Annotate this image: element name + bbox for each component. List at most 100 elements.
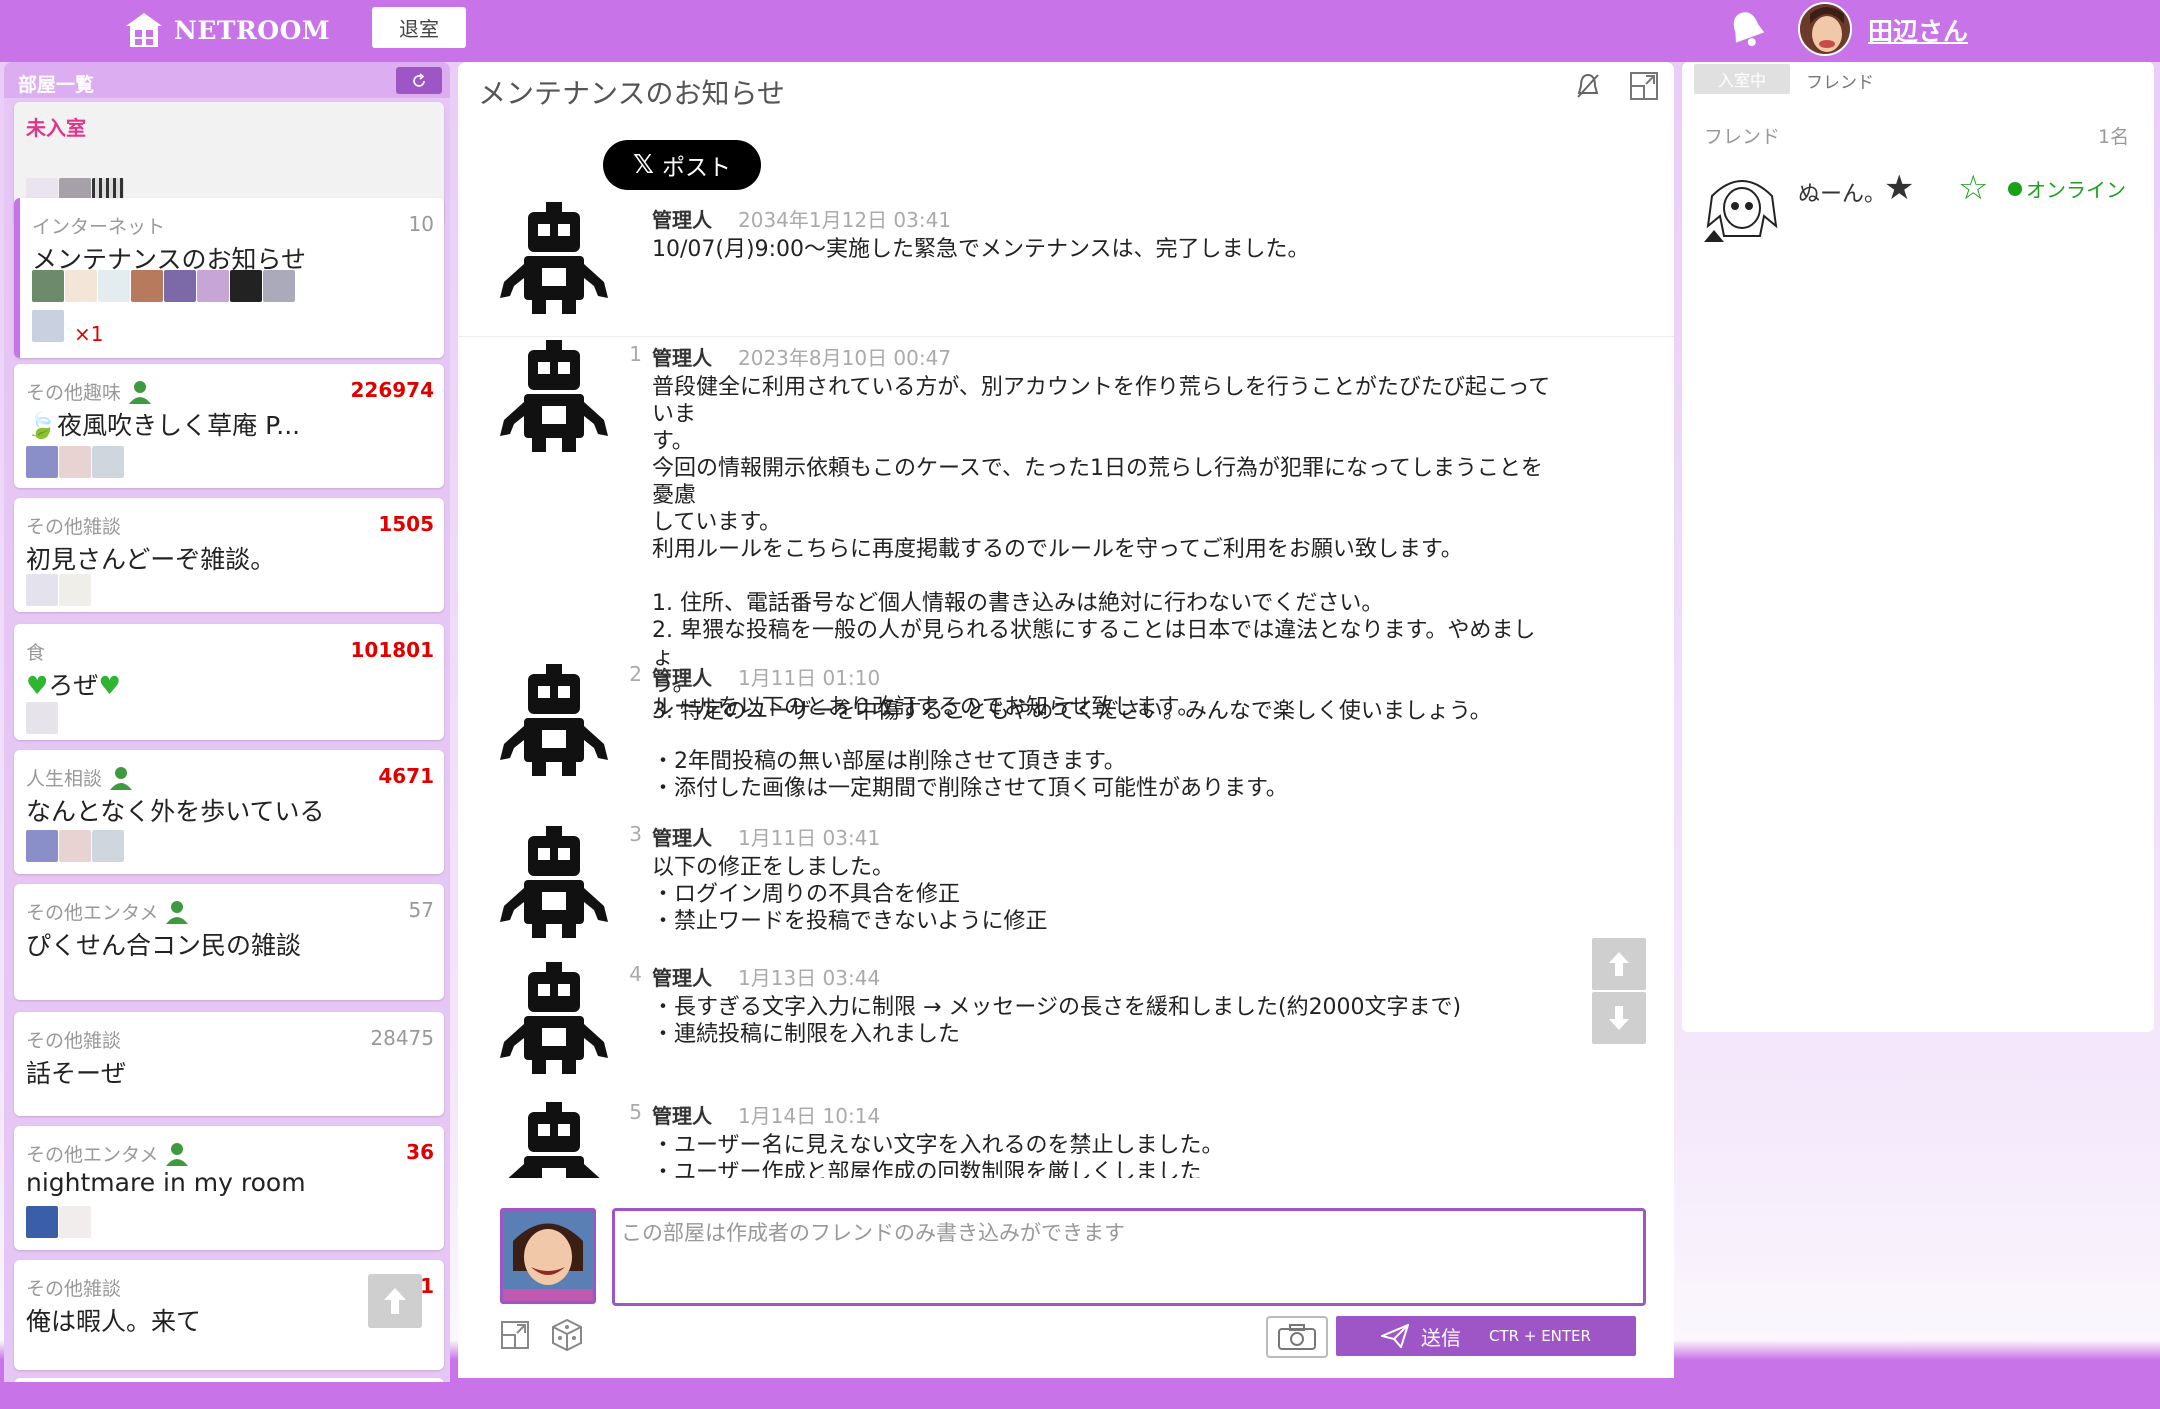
arrow-down-icon	[1609, 1006, 1629, 1030]
room-thumb	[26, 446, 58, 478]
default-user-icon	[32, 310, 64, 342]
room-member-thumbs	[26, 574, 91, 606]
user-name-link[interactable]: 田辺さん	[1868, 12, 1968, 48]
message-author[interactable]: 管理人	[652, 1100, 712, 1129]
room-category: インターネット	[32, 216, 166, 238]
message-list[interactable]: 管理人 2034年1月12日 03:41 10/07(月)9:00〜実施した緊急…	[458, 196, 1674, 1178]
room-count: 1505	[378, 512, 434, 536]
message-author[interactable]: 管理人	[652, 822, 712, 851]
room-thumb	[98, 270, 130, 302]
room-card[interactable]: 人生相談 4671 なんとなく外を歩いている	[14, 750, 444, 874]
robot-avatar-icon	[508, 1102, 600, 1178]
room-card[interactable]: その他雑談 1505 初見さんどーぞ雑談。	[14, 498, 444, 612]
room-count: 36	[406, 1140, 434, 1164]
divider	[458, 336, 1674, 337]
online-status: オンライン	[2008, 174, 2126, 203]
arrow-up-icon	[384, 1288, 406, 1314]
message-body: 以下の修正をしました。 ・ログイン周りの不具合を修正 ・禁止ワードを投稿できない…	[652, 855, 1048, 934]
friend-name[interactable]: ぬーん。	[1798, 176, 1886, 208]
expand-icon[interactable]	[1628, 70, 1660, 102]
message-number: 5	[629, 1100, 642, 1124]
user-avatar[interactable]	[1798, 2, 1852, 56]
leave-room-button[interactable]: 退室	[372, 7, 466, 48]
room-thumb	[26, 1206, 58, 1238]
person-icon	[166, 900, 189, 924]
friend-avatar[interactable]	[1704, 166, 1780, 242]
room-card[interactable]: 食 101801 ♥ろぜ♥	[14, 624, 444, 740]
mute-bell-icon[interactable]	[1572, 70, 1604, 102]
room-card[interactable]: その他エンタメ 57 ぴくせん合コン民の雑談	[14, 884, 444, 1000]
x-post-label: ポスト	[661, 155, 731, 181]
leaf-icon: 🍃	[26, 411, 58, 440]
room-title: ♥ろぜ♥	[26, 671, 121, 700]
room-pending-thumbs	[32, 310, 64, 342]
scroll-down-button[interactable]	[1592, 992, 1646, 1044]
room-thumb	[92, 830, 124, 862]
camera-button[interactable]	[1266, 1316, 1328, 1358]
send-button[interactable]: 送信 CTR + ENTER	[1336, 1316, 1636, 1356]
bell-icon[interactable]	[1724, 6, 1770, 52]
message-time: 1月14日 10:14	[738, 1104, 881, 1128]
scroll-to-top-button[interactable]	[368, 1274, 422, 1328]
message-author[interactable]: 管理人	[652, 204, 712, 233]
message-body: ・ユーザー名に見えない文字を入れるのを禁止しました。 ・ユーザー作成と部屋作成の…	[652, 1133, 1224, 1178]
message-time: 2023年8月10日 00:47	[738, 346, 952, 370]
message-input[interactable]	[612, 1208, 1646, 1306]
message-body: ルールを以下のとおり改訂するのでお知らせ致します。 ・2年間投稿の無い部屋は削除…	[652, 695, 1288, 801]
room-category: その他趣味	[26, 378, 152, 405]
camera-icon	[1278, 1324, 1316, 1350]
room-count: 4671	[378, 764, 434, 788]
room-thumb	[59, 830, 91, 862]
room-thumb	[230, 270, 262, 302]
room-title: なんとなく外を歩いている	[26, 797, 325, 826]
room-thumb	[26, 574, 58, 606]
robot-avatar-icon	[500, 826, 608, 938]
room-count: 1	[420, 1274, 434, 1298]
unentered-label: 未入室	[26, 116, 86, 140]
message-author[interactable]: 管理人	[652, 342, 712, 371]
room-title: 俺は暇人。来て	[26, 1307, 202, 1336]
room-count: 101801	[350, 638, 435, 662]
room-member-thumbs	[26, 702, 58, 734]
dice-icon[interactable]	[550, 1318, 584, 1352]
message-author[interactable]: 管理人	[652, 662, 712, 691]
pending-count: ×1	[74, 322, 104, 346]
room-card[interactable]: その他エンタメ 36 nightmare in my room	[14, 1126, 444, 1250]
online-dot-icon	[2008, 181, 2022, 196]
robot-avatar-icon	[500, 664, 608, 776]
message-author[interactable]: 管理人	[652, 962, 712, 991]
room-thumb	[65, 270, 97, 302]
room-title: 🍃夜風吹きしく草庵 P...	[26, 411, 301, 440]
send-label: 送信	[1421, 1325, 1462, 1350]
room-card-maintenance[interactable]: インターネット 10 メンテナンスのお知らせ ×1	[14, 198, 444, 358]
room-thumb	[59, 446, 91, 478]
room-thumb	[26, 702, 58, 734]
composer-avatar	[500, 1208, 596, 1304]
refresh-button[interactable]	[396, 67, 442, 94]
star-outline-icon[interactable]: ☆	[1958, 168, 1988, 208]
friend-section-label: フレンド	[1704, 126, 1781, 148]
room-thumb	[32, 270, 64, 302]
person-icon	[110, 766, 133, 790]
room-card[interactable]: その他趣味 226974 🍃夜風吹きしく草庵 P...	[14, 364, 444, 488]
robot-avatar-icon	[500, 202, 608, 314]
robot-avatar-icon	[500, 962, 608, 1074]
x-post-button[interactable]: 𝕏 ポスト	[603, 140, 761, 190]
tab-friend[interactable]: フレンド	[1806, 68, 1874, 93]
message-body: 10/07(月)9:00〜実施した緊急でメンテナンスは、完了しました。	[652, 237, 1310, 262]
room-list-title: 部屋一覧	[18, 74, 95, 96]
logo[interactable]: NETROOM	[124, 8, 330, 52]
message-time: 2034年1月12日 03:41	[738, 208, 952, 232]
tab-in-room[interactable]: 入室中	[1694, 64, 1790, 94]
room-card[interactable]: その他雑談 28475 話そーぜ	[14, 1012, 444, 1116]
room-member-thumbs	[26, 446, 124, 478]
scroll-up-button[interactable]	[1592, 938, 1646, 990]
room-list-panel: 部屋一覧 未入室 インターネット 10 メンテナンスのお知らせ ×1 その他趣味…	[4, 62, 450, 1382]
green-heart-icon: ♥	[98, 671, 121, 700]
house-icon	[126, 13, 162, 47]
room-thumb	[131, 270, 163, 302]
expand-icon[interactable]	[500, 1320, 530, 1350]
person-icon	[129, 380, 152, 404]
message-time: 1月11日 03:41	[738, 826, 881, 850]
room-card[interactable]	[14, 1378, 444, 1382]
